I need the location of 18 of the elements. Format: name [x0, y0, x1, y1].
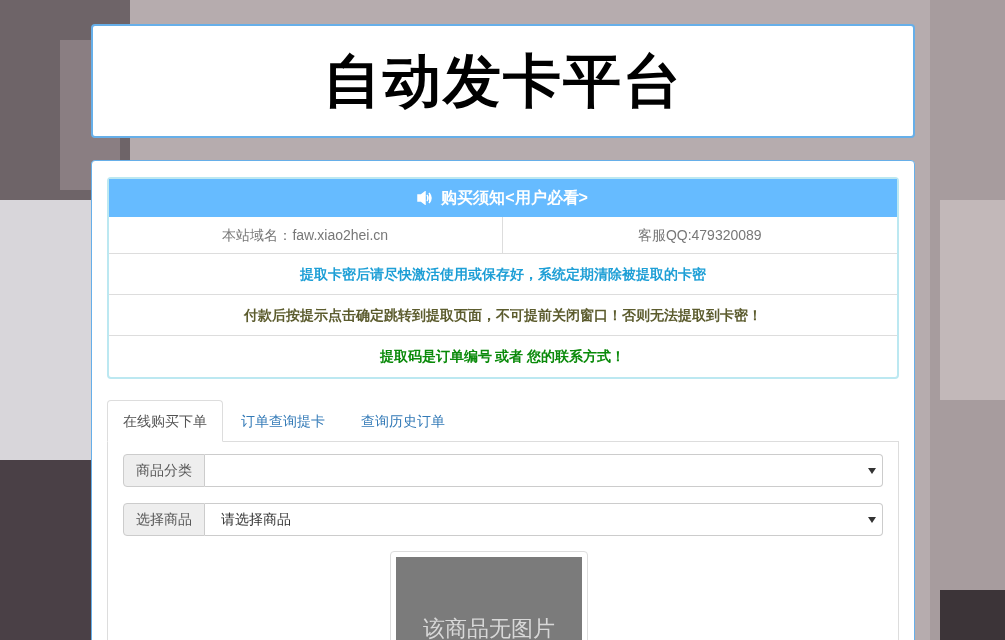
no-image-text: 该商品无图片	[422, 615, 555, 640]
field-label: 商品分类	[122, 454, 205, 487]
tab[interactable]: 订单查询提卡	[222, 400, 343, 442]
tab[interactable]: 在线购买下单	[106, 400, 223, 442]
select-field[interactable]	[204, 454, 883, 487]
info-cell: 客服QQ:479320089	[502, 217, 897, 253]
field-label: 选择商品	[122, 503, 205, 536]
notice-line: 付款后按提示点击确定跳转到提取页面，不可提前关闭窗口！否则无法提取到卡密！	[243, 305, 762, 325]
notice-line: 提取码是订单编号 或者 您的联系方式！	[379, 347, 626, 366]
site-logo: 自动发卡平台	[322, 52, 683, 110]
speaker-icon	[417, 191, 434, 205]
caret-icon	[867, 467, 876, 474]
notice-title: 购买须知<用户必看>	[441, 188, 588, 208]
tab[interactable]: 查询历史订单	[342, 400, 463, 442]
info-cell-text: 本站域名：faw.xiao2hei.cn	[221, 225, 390, 245]
notice-line: 提取卡密后请尽快激活使用或保存好，系统定期清除被提取的卡密	[299, 264, 706, 284]
select-field[interactable]: 请选择商品	[204, 503, 883, 536]
caret-icon	[867, 516, 876, 523]
